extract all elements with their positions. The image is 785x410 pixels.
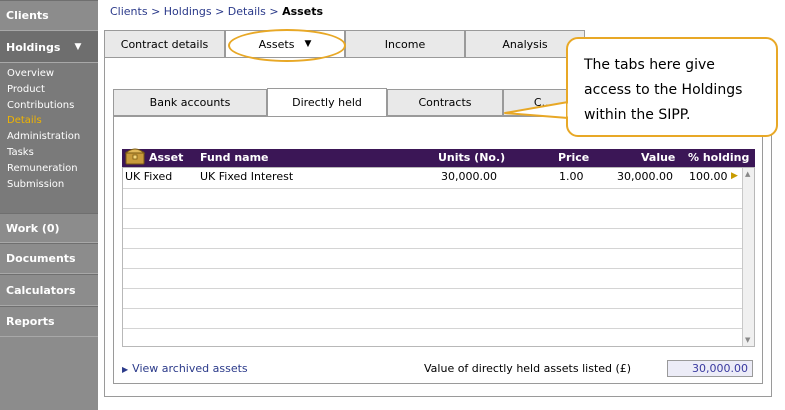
sidebar-section-label: Clients — [6, 9, 49, 22]
grid-line — [123, 228, 743, 229]
total-value-field: 30,000.00 — [667, 360, 753, 377]
play-arrow-icon[interactable]: ▶ — [731, 171, 738, 181]
tab-label: Directly held — [292, 96, 362, 109]
tab-label: Contract details — [120, 37, 209, 51]
help-callout: The tabs here give access to the Holding… — [566, 37, 778, 137]
sidebar-section-reports[interactable]: Reports — [0, 306, 98, 337]
cell-value: 30,000.00 — [617, 170, 673, 183]
cell-asset: UK Fixed — [125, 170, 173, 183]
tab-bank-accounts[interactable]: Bank accounts — [113, 89, 267, 116]
chevron-down-icon: ▼ — [74, 42, 82, 52]
column-header-units[interactable]: Units (No.) — [438, 151, 505, 164]
grid-line — [123, 328, 743, 329]
sidebar-item-details[interactable]: Details — [0, 113, 98, 129]
table-header: Asset Fund name Units (No.) Price Value … — [122, 148, 755, 167]
sidebar-section-label: Holdings — [6, 40, 61, 54]
tab-label: Analysis — [502, 37, 548, 51]
sidebar-item-product[interactable]: Product — [0, 82, 98, 98]
directly-held-content: Asset Fund name Units (No.) Price Value … — [113, 116, 763, 384]
sidebar: Clients Holdings ▼ Overview Product Contr… — [0, 0, 98, 410]
cell-units: 30,000.00 — [441, 170, 497, 183]
sidebar-section-clients[interactable]: Clients — [0, 0, 98, 31]
grid-line — [123, 308, 743, 309]
sidebar-section-label: Work (0) — [6, 221, 60, 235]
grid-line — [123, 188, 743, 189]
grid-line — [123, 288, 743, 289]
tab-label: Assets — [258, 37, 295, 51]
sidebar-section-label: Reports — [6, 315, 55, 328]
cell-fund-name: UK Fixed Interest — [200, 170, 294, 183]
sidebar-item-tasks[interactable]: Tasks — [0, 145, 98, 161]
sidebar-item-contributions[interactable]: Contributions — [0, 98, 98, 114]
view-archived-label: View archived assets — [132, 362, 248, 375]
tab-label: Contracts — [418, 96, 472, 109]
tab-label: Bank accounts — [149, 96, 231, 109]
link-arrow-icon: ▶ — [122, 365, 129, 374]
cell-price: 1.00 — [559, 170, 584, 183]
scroll-up-icon[interactable]: ▲ — [745, 170, 750, 178]
chevron-down-icon[interactable]: ▼ — [304, 39, 311, 49]
sidebar-section-work[interactable]: Work (0) — [0, 213, 98, 243]
tab-assets[interactable]: Assets ▼ — [225, 30, 345, 58]
callout-text: The tabs here give access to the Holding… — [584, 57, 743, 123]
sidebar-item-submission[interactable]: Submission — [0, 177, 98, 193]
tab-label: Income — [384, 37, 426, 51]
tab-label: C... — [533, 96, 553, 109]
column-header-asset[interactable]: Asset — [149, 151, 183, 164]
breadcrumb-current: Assets — [282, 5, 323, 18]
breadcrumb-path[interactable]: Clients > Holdings > Details > — [110, 5, 282, 18]
sidebar-section-documents[interactable]: Documents — [0, 243, 98, 274]
column-header-fund-name[interactable]: Fund name — [200, 151, 269, 164]
sidebar-submenu: Overview Product Contributions Details A… — [0, 63, 98, 213]
sidebar-section-holdings[interactable]: Holdings ▼ — [0, 31, 98, 63]
vertical-scrollbar[interactable]: ▲ ▼ — [742, 168, 754, 346]
column-header-value[interactable]: Value — [641, 151, 675, 164]
cell-holding: 100.00 — [689, 170, 728, 183]
sidebar-item-administration[interactable]: Administration — [0, 129, 98, 145]
scroll-down-icon[interactable]: ▼ — [745, 336, 750, 344]
column-header-holding[interactable]: % holding — [688, 151, 749, 164]
holdings-table: UK Fixed UK Fixed Interest 30,000.00 1.0… — [122, 167, 755, 347]
sidebar-section-label: Calculators — [6, 283, 76, 297]
sidebar-item-overview[interactable]: Overview — [0, 66, 98, 82]
grid-line — [123, 208, 743, 209]
tab-directly-held[interactable]: Directly held — [267, 88, 387, 117]
breadcrumb: Clients > Holdings > Details > Assets — [110, 5, 323, 18]
sidebar-item-remuneration[interactable]: Remuneration — [0, 161, 98, 177]
total-label: Value of directly held assets listed (£) — [424, 362, 632, 375]
treasure-chest-icon — [124, 148, 146, 165]
grid-line — [123, 248, 743, 249]
sidebar-section-label: Documents — [6, 252, 76, 265]
view-archived-link[interactable]: ▶ View archived assets — [122, 362, 248, 375]
tab-contract-details[interactable]: Contract details — [104, 30, 225, 58]
table-row[interactable]: UK Fixed UK Fixed Interest 30,000.00 1.0… — [123, 168, 743, 188]
tab-contracts[interactable]: Contracts — [387, 89, 503, 116]
sidebar-section-calculators[interactable]: Calculators — [0, 274, 98, 306]
tab-income[interactable]: Income — [345, 30, 465, 58]
grid-line — [123, 268, 743, 269]
column-header-price[interactable]: Price — [558, 151, 589, 164]
